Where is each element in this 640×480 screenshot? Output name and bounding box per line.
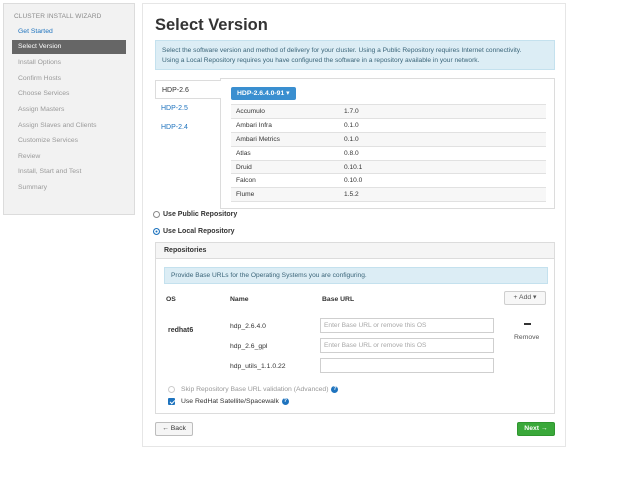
public-repo-option[interactable]: Use Public Repository [153, 211, 237, 218]
table-row: Flume 1.5.2 [231, 187, 546, 203]
table-row: Ambari Metrics 0.1.0 [231, 131, 546, 147]
base-url-input-hdp-utils[interactable] [320, 358, 494, 373]
sidebar-item-assign-slaves: Assign Slaves and Clients [18, 121, 97, 129]
service-name: Flume [231, 187, 336, 203]
sidebar-item-choose-services: Choose Services [18, 90, 70, 98]
col-base-url: Base URL [322, 296, 355, 303]
table-row: Ambari Infra 0.1.0 [231, 117, 546, 133]
service-name: Druid [231, 159, 336, 174]
repo-name: hdp_2.6.4.0 [230, 323, 266, 330]
public-repo-label: Use Public Repository [163, 211, 238, 218]
info-line-1: Select the software version and method o… [162, 47, 522, 54]
service-version: 0.10.1 [336, 159, 546, 174]
repositories-panel: Repositories Provide Base URLs for the O… [155, 242, 555, 414]
caret-down-icon: ▾ [533, 294, 537, 301]
info-alert: Select the software version and method o… [155, 40, 555, 70]
stack-content: HDP-2.6.4.0-91 ▾ Accumulo 1.7.0 Ambari In… [220, 78, 555, 209]
service-version: 1.5.2 [336, 187, 546, 203]
tab-hdp-2-5[interactable]: HDP-2.5 [155, 99, 221, 118]
service-name: Accumulo [231, 104, 336, 119]
services-table: Accumulo 1.7.0 Ambari Infra 0.1.0 Ambari M… [231, 104, 546, 203]
sidebar-item-summary: Summary [18, 183, 48, 191]
satellite-checkbox[interactable] [168, 398, 175, 405]
col-name: Name [230, 296, 249, 303]
table-row: Falcon 0.10.0 [231, 173, 546, 188]
repo-name: hdp_utils_1.1.0.22 [230, 363, 286, 370]
service-name: Atlas [231, 145, 336, 161]
page-title: Select Version [155, 16, 268, 34]
local-repo-option[interactable]: Use Local Repository [153, 228, 235, 235]
service-name: Ambari Infra [231, 117, 336, 133]
service-version: 0.8.0 [336, 145, 546, 161]
table-row: Druid 0.10.1 [231, 159, 546, 174]
stack-tabs: HDP-2.6 HDP-2.5 HDP-2.4 [155, 80, 221, 137]
service-version: 1.7.0 [336, 104, 546, 119]
main-panel: Select Version Select the software versi… [142, 3, 566, 447]
os-name: redhat6 [168, 327, 194, 334]
sidebar-item-assign-masters: Assign Masters [18, 105, 65, 113]
sidebar-item-confirm-hosts: Confirm Hosts [18, 74, 62, 82]
sidebar-item-install-options: Install Options [18, 59, 62, 67]
question-icon[interactable]: ? [281, 398, 289, 405]
satellite-option[interactable]: Use RedHat Satellite/Spacewalk ? [168, 398, 289, 405]
tab-hdp-2-4[interactable]: HDP-2.4 [155, 118, 221, 137]
skip-validation-checkbox[interactable] [168, 386, 175, 393]
service-version: 0.10.0 [336, 173, 546, 188]
remove-os-icon[interactable] [524, 323, 531, 325]
local-repo-label: Use Local Repository [163, 228, 235, 235]
table-row: Accumulo 1.7.0 [231, 104, 546, 119]
public-repo-radio[interactable] [153, 211, 160, 218]
service-name: Falcon [231, 173, 336, 188]
base-url-input-hdp[interactable] [320, 318, 494, 333]
version-dropdown-button[interactable]: HDP-2.6.4.0-91 ▾ [231, 87, 296, 100]
back-button[interactable]: ← Back [155, 422, 193, 436]
service-version: 0.1.0 [336, 117, 546, 133]
add-os-label: + Add [513, 294, 532, 301]
repositories-header: Repositories [156, 243, 554, 259]
sidebar-item-customize-services: Customize Services [18, 137, 79, 145]
service-version: 0.1.0 [336, 131, 546, 147]
local-repo-radio[interactable] [153, 228, 160, 235]
remove-os-link[interactable]: Remove [514, 334, 539, 341]
sidebar-header: CLUSTER INSTALL WIZARD [14, 13, 102, 20]
version-dropdown-label: HDP-2.6.4.0-91 [237, 90, 285, 97]
tab-hdp-2-6[interactable]: HDP-2.6 [155, 80, 221, 99]
service-name: Ambari Metrics [231, 131, 336, 147]
repositories-info: Provide Base URLs for the Operating Syst… [164, 267, 548, 284]
table-row: Atlas 0.8.0 [231, 145, 546, 161]
sidebar-item-select-version[interactable]: Select Version [12, 39, 126, 54]
sidebar-item-install-start-test: Install, Start and Test [18, 168, 82, 176]
add-os-button[interactable]: + Add ▾ [504, 291, 546, 305]
col-os: OS [166, 296, 176, 303]
base-url-input-hdp-gpl[interactable] [320, 338, 494, 353]
question-icon[interactable]: ? [331, 386, 339, 393]
repo-name: hdp_2.6_gpl [230, 343, 268, 350]
skip-validation-label: Skip Repository Base URL validation (Adv… [181, 386, 329, 393]
next-button[interactable]: Next → [517, 422, 555, 436]
satellite-label: Use RedHat Satellite/Spacewalk [181, 398, 279, 405]
sidebar-item-review: Review [18, 152, 41, 160]
skip-validation-option[interactable]: Skip Repository Base URL validation (Adv… [168, 386, 339, 393]
caret-down-icon: ▾ [286, 90, 290, 97]
wizard-sidebar: CLUSTER INSTALL WIZARD Get Started Selec… [3, 3, 135, 215]
sidebar-item-get-started[interactable]: Get Started [4, 24, 134, 40]
info-line-2: Using a Local Repository requires you ha… [162, 57, 480, 64]
